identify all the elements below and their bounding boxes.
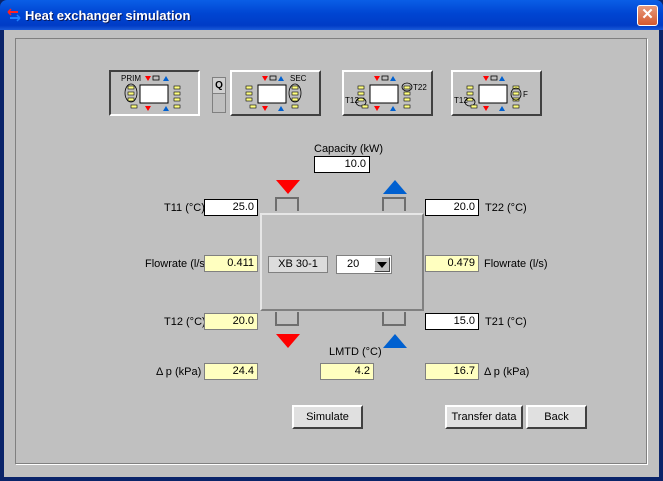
t12-value: 20.0 <box>204 313 258 330</box>
q-toggle[interactable]: Q <box>212 77 226 113</box>
t12-label: T12 (°C) <box>164 316 206 328</box>
app-window: Heat exchanger simulation ✕ PRIM Q SEC T… <box>0 0 663 481</box>
secondary-pressure-drop-label: Δ p (kPa) <box>484 366 530 378</box>
t11-label: T11 (°C) <box>164 202 205 214</box>
title-bar[interactable]: Heat exchanger simulation ✕ <box>0 0 663 30</box>
dropdown-arrow-button[interactable] <box>374 257 390 272</box>
mode-button-t12-f[interactable]: T12 F <box>451 70 542 116</box>
hot-outlet-port <box>275 312 299 326</box>
back-button[interactable]: Back <box>526 405 587 429</box>
prim-mode-icon: PRIM <box>121 74 181 111</box>
svg-text:PRIM: PRIM <box>121 74 141 83</box>
capacity-input[interactable]: 10.0 <box>314 156 370 173</box>
svg-text:F: F <box>523 90 528 99</box>
secondary-flowrate-value: 0.479 <box>425 255 479 272</box>
lmtd-value: 4.2 <box>320 363 374 380</box>
capacity-label: Capacity (kW) <box>314 143 384 155</box>
svg-text:T22: T22 <box>413 83 427 92</box>
secondary-flowrate-label: Flowrate (l/s) <box>484 258 548 270</box>
primary-flowrate-value: 0.411 <box>204 255 258 272</box>
t22-input[interactable]: 20.0 <box>425 199 479 216</box>
t21-input[interactable]: 15.0 <box>425 313 479 330</box>
mode-button-t12-t22[interactable]: T12 T22 <box>342 70 433 116</box>
svg-text:T12: T12 <box>345 96 359 105</box>
sec-mode-icon: SEC <box>245 74 307 111</box>
heat-exchanger-app-icon <box>7 8 21 22</box>
temperature-mode-icon: T12 T22 <box>345 75 427 111</box>
window-title: Heat exchanger simulation <box>25 8 191 23</box>
plates-select[interactable]: 20 <box>336 255 392 274</box>
hot-inlet-arrow-icon <box>276 180 300 194</box>
client-area: PRIM Q SEC T12 T22 T12 F Capacity (kW) 1… <box>4 30 659 477</box>
close-button[interactable]: ✕ <box>637 5 658 26</box>
mode-button-sec[interactable]: SEC <box>230 70 321 116</box>
lmtd-label: LMTD (°C) <box>329 346 382 358</box>
cold-outlet-port <box>382 197 406 211</box>
hot-inlet-port <box>275 197 299 211</box>
t11-input[interactable]: 25.0 <box>204 199 258 216</box>
t21-label: T21 (°C) <box>485 316 527 328</box>
primary-pressure-drop-label: Δ p (kPa) <box>156 366 202 378</box>
mode-button-prim[interactable]: PRIM <box>109 70 200 116</box>
chevron-down-icon <box>377 262 387 268</box>
primary-pressure-drop-value: 24.4 <box>204 363 258 380</box>
hot-outlet-arrow-icon <box>276 334 300 348</box>
svg-text:SEC: SEC <box>290 74 307 83</box>
cold-outlet-arrow-icon <box>383 180 407 194</box>
plates-select-value: 20 <box>347 258 360 270</box>
cold-inlet-arrow-icon <box>383 334 407 348</box>
flow-mode-icon: T12 F <box>454 75 528 111</box>
cold-inlet-port <box>382 312 406 326</box>
svg-text:T12: T12 <box>454 96 468 105</box>
simulate-button[interactable]: Simulate <box>292 405 363 429</box>
exchanger-model-label: XB 30-1 <box>268 256 328 273</box>
primary-flowrate-label: Flowrate (l/s) <box>145 258 209 270</box>
t22-label: T22 (°C) <box>485 202 527 214</box>
transfer-data-button[interactable]: Transfer data <box>445 405 523 429</box>
q-toggle-label: Q <box>213 78 225 94</box>
secondary-pressure-drop-value: 16.7 <box>425 363 479 380</box>
